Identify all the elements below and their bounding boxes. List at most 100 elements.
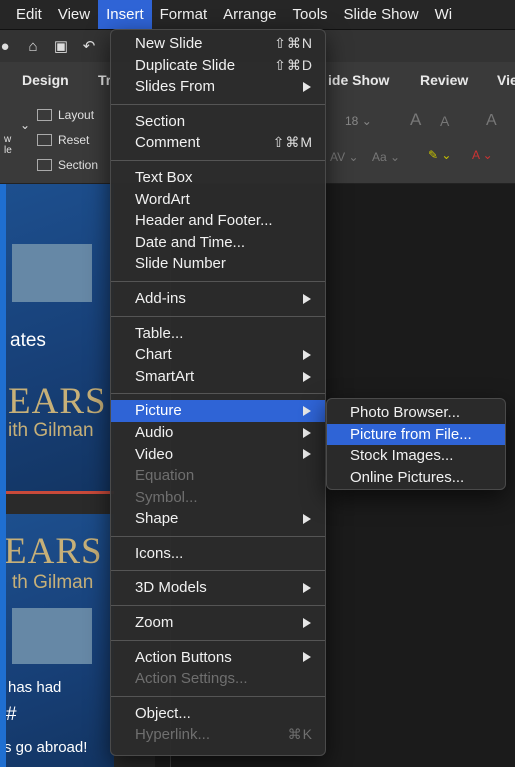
menu-item-label: 3D Models	[135, 579, 207, 597]
menu-insert[interactable]: Insert	[98, 0, 152, 29]
menu-item-smartart[interactable]: SmartArt	[111, 366, 325, 388]
menu-tools[interactable]: Tools	[285, 0, 336, 29]
menu-item-slide-number[interactable]: Slide Number	[111, 253, 325, 275]
submenu-arrow-icon	[303, 449, 311, 460]
menu-item-slides-from[interactable]: Slides From	[111, 76, 325, 98]
menu-item-label: Table...	[135, 324, 184, 342]
menu-item-audio[interactable]: Audio	[111, 422, 325, 444]
menu-item-date-and-time[interactable]: Date and Time...	[111, 232, 325, 254]
decrease-font-icon[interactable]: A	[440, 113, 449, 129]
menu-item-chart[interactable]: Chart	[111, 344, 325, 366]
slide-subheading: ith Gilman	[8, 420, 94, 441]
submenu-arrow-icon	[303, 371, 311, 382]
slide-thumbnail-1[interactable]: ates EARS ith Gilman	[6, 184, 114, 492]
menu-item-label: Symbol...	[135, 488, 198, 506]
insert-menu: New Slide ⇧⌘N Duplicate Slide ⇧⌘D Slides Fro…	[110, 29, 326, 756]
menu-window[interactable]: Wi	[427, 0, 461, 29]
menu-item-comment[interactable]: Comment ⇧⌘M	[111, 132, 325, 154]
menu-item-label: Icons...	[135, 544, 184, 562]
menu-edit[interactable]: Edit	[0, 0, 50, 29]
menu-item-3d-models[interactable]: 3D Models	[111, 577, 325, 599]
submenu-item-stock-images[interactable]: Stock Images...	[327, 445, 505, 467]
menu-item-label: Hyperlink...	[135, 726, 211, 744]
submenu-item-photo-browser[interactable]: Photo Browser...	[327, 402, 505, 424]
menu-item-label: Date and Time...	[135, 233, 246, 251]
new-slide-button[interactable]: w le	[4, 134, 12, 156]
menu-item-zoom[interactable]: Zoom	[111, 612, 325, 634]
font-size-field[interactable]: 18 ⌄	[345, 114, 372, 128]
undo-icon[interactable]: ↶	[78, 35, 100, 57]
tab-design[interactable]: Design	[22, 72, 69, 88]
dropdown-chevron-icon[interactable]: ⌄	[20, 118, 30, 132]
slide-photo	[12, 608, 92, 664]
menu-item-table[interactable]: Table...	[111, 323, 325, 345]
menu-item-label: Audio	[135, 423, 174, 441]
menu-item-text-box[interactable]: Text Box	[111, 167, 325, 189]
submenu-arrow-icon	[303, 652, 311, 663]
char-spacing-icon[interactable]: AV ⌄	[330, 150, 359, 164]
layout-label: Layout	[58, 108, 95, 122]
tab-review[interactable]: Review	[420, 72, 468, 88]
menu-separator	[111, 639, 325, 641]
section-button[interactable]: Section	[37, 158, 98, 172]
submenu-arrow-icon	[303, 427, 311, 438]
menu-item-wordart[interactable]: WordArt	[111, 189, 325, 211]
reset-button[interactable]: Reset	[37, 133, 89, 147]
home-icon[interactable]: ⌂	[22, 35, 44, 57]
menu-item-label: Add-ins	[135, 289, 186, 307]
menu-item-new-slide[interactable]: New Slide ⇧⌘N	[111, 33, 325, 55]
shortcut-label: ⇧⌘M	[272, 134, 313, 151]
menu-view[interactable]: View	[50, 0, 98, 29]
submenu-arrow-icon	[303, 583, 311, 594]
menu-item-label: Chart	[135, 346, 172, 364]
menu-separator	[111, 103, 325, 105]
tab-view[interactable]: Vie	[497, 72, 515, 88]
menu-separator	[111, 159, 325, 161]
highlight-icon[interactable]: ✎ ⌄	[428, 148, 451, 162]
menu-item-add-ins[interactable]: Add-ins	[111, 288, 325, 310]
menu-item-video[interactable]: Video	[111, 444, 325, 466]
submenu-arrow-icon	[303, 514, 311, 525]
menu-item-label: SmartArt	[135, 367, 195, 385]
menu-item-icons[interactable]: Icons...	[111, 543, 325, 565]
menu-item-label: Slides From	[135, 78, 216, 96]
window-control-icon[interactable]: ●	[0, 35, 16, 57]
menu-item-label: Shape	[135, 510, 179, 528]
tab-slide-show[interactable]: ide Show	[328, 72, 389, 88]
menu-item-label: New Slide	[135, 35, 203, 52]
save-icon[interactable]: ▣	[50, 35, 72, 57]
submenu-item-picture-from-file[interactable]: Picture from File...	[327, 423, 505, 446]
reset-icon	[37, 134, 52, 146]
layout-button[interactable]: Layout	[37, 108, 94, 122]
menu-item-shape[interactable]: Shape	[111, 508, 325, 530]
menu-item-label: Picture from File...	[350, 425, 472, 443]
menu-item-action-buttons[interactable]: Action Buttons	[111, 647, 325, 669]
menu-item-picture[interactable]: Picture	[111, 400, 325, 422]
slide-heading: EARS	[8, 381, 107, 422]
menu-item-equation: Equation	[111, 465, 325, 487]
panel-scroll-strip	[0, 184, 6, 767]
slide-subheading: th Gilman	[12, 572, 94, 593]
submenu-item-online-pictures[interactable]: Online Pictures...	[327, 467, 505, 489]
menu-format[interactable]: Format	[152, 0, 216, 29]
menu-separator	[111, 280, 325, 282]
menu-item-label: Action Buttons	[135, 648, 232, 666]
menu-item-header-and-footer[interactable]: Header and Footer...	[111, 210, 325, 232]
menu-item-object[interactable]: Object...	[111, 703, 325, 725]
menu-arrange[interactable]: Arrange	[215, 0, 284, 29]
menu-separator	[111, 605, 325, 607]
menu-separator	[111, 535, 325, 537]
change-case-icon[interactable]: Aa ⌄	[372, 150, 400, 164]
menu-item-section[interactable]: Section	[111, 111, 325, 133]
increase-font-icon[interactable]: A	[410, 110, 421, 130]
submenu-arrow-icon	[303, 617, 311, 628]
menu-slide-show[interactable]: Slide Show	[336, 0, 427, 29]
slide-thumbnail-2[interactable]: EARS th Gilman has had # s go abroad!	[6, 514, 114, 767]
font-color-icon[interactable]: A ⌄	[472, 148, 493, 162]
menu-item-hyperlink: Hyperlink... ⌘K	[111, 724, 325, 746]
menu-item-label: Photo Browser...	[350, 404, 461, 421]
menu-separator	[111, 695, 325, 697]
clear-format-icon[interactable]: A	[486, 112, 497, 130]
menu-item-duplicate-slide[interactable]: Duplicate Slide ⇧⌘D	[111, 55, 325, 77]
picture-submenu: Photo Browser... Picture from File... Stoc…	[326, 398, 506, 490]
